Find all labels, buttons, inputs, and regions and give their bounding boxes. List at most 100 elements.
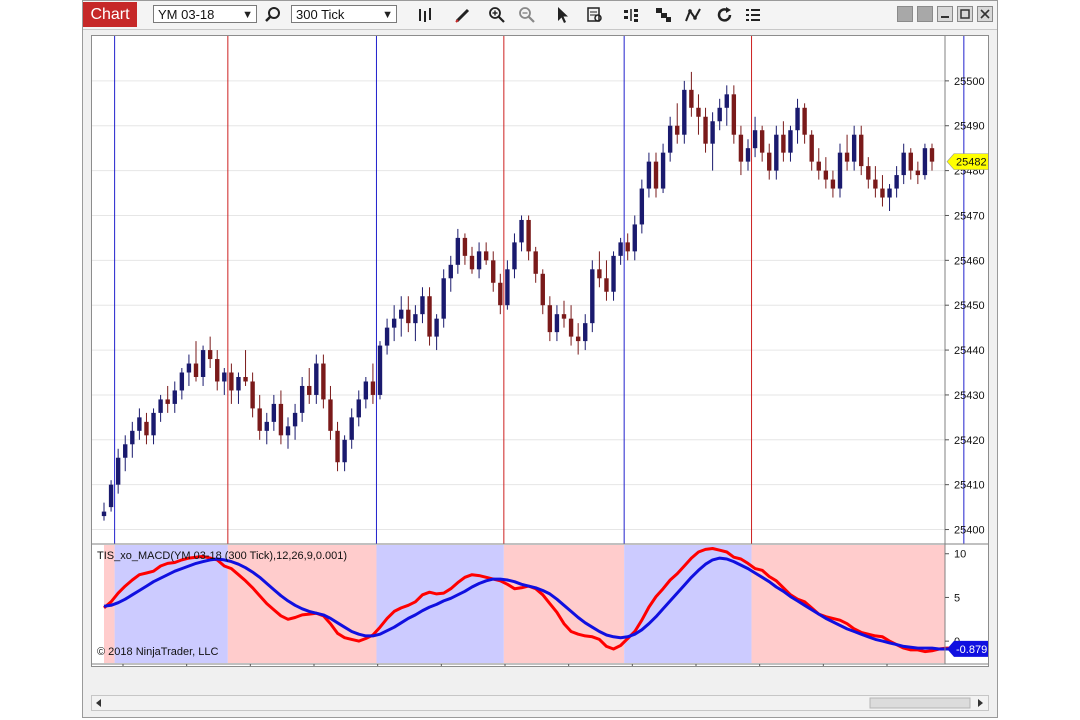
- candle[interactable]: [427, 287, 432, 346]
- candle[interactable]: [646, 152, 652, 198]
- chart-canvas[interactable]: TIS_xo_MACD(YM 03-18 (300 Tick),12,26,9,…: [92, 36, 988, 666]
- minimize-button[interactable]: [937, 6, 953, 22]
- candle[interactable]: [625, 233, 630, 261]
- candle[interactable]: [108, 480, 114, 512]
- candle[interactable]: [639, 179, 645, 234]
- candle[interactable]: [285, 417, 291, 449]
- candle[interactable]: [137, 408, 142, 440]
- candle[interactable]: [391, 305, 397, 342]
- candle[interactable]: [186, 354, 192, 386]
- candle[interactable]: [292, 403, 298, 440]
- candle[interactable]: [781, 121, 786, 162]
- candle[interactable]: [413, 305, 418, 342]
- candle[interactable]: [441, 269, 446, 328]
- candle[interactable]: [830, 170, 836, 198]
- candle[interactable]: [370, 363, 376, 404]
- candle[interactable]: [519, 215, 524, 252]
- zoom-out-icon[interactable]: [517, 5, 537, 25]
- candle[interactable]: [335, 421, 340, 472]
- candle[interactable]: [356, 390, 361, 427]
- candle[interactable]: [597, 251, 602, 288]
- candle[interactable]: [689, 71, 694, 117]
- candle[interactable]: [455, 228, 461, 274]
- candle[interactable]: [667, 116, 673, 162]
- candle[interactable]: [887, 184, 892, 211]
- close-button[interactable]: [977, 6, 993, 22]
- pencil-icon[interactable]: [453, 5, 473, 25]
- candle[interactable]: [342, 435, 347, 472]
- candle[interactable]: [243, 350, 248, 386]
- tile-button-1[interactable]: [897, 6, 913, 22]
- chart-tab[interactable]: Chart: [83, 2, 137, 27]
- candle[interactable]: [583, 314, 588, 351]
- indicator-icon[interactable]: [653, 5, 673, 25]
- candle[interactable]: [724, 85, 729, 126]
- candle[interactable]: [816, 148, 821, 180]
- strategy-icon[interactable]: [621, 5, 641, 25]
- candle[interactable]: [172, 381, 177, 413]
- candle[interactable]: [193, 341, 199, 382]
- candle[interactable]: [363, 376, 369, 409]
- candle[interactable]: [257, 394, 262, 440]
- candle[interactable]: [469, 246, 475, 274]
- candle[interactable]: [115, 448, 121, 494]
- search-icon[interactable]: [263, 5, 283, 25]
- candle[interactable]: [823, 157, 829, 189]
- candle[interactable]: [307, 368, 312, 404]
- candle[interactable]: [837, 143, 843, 198]
- candle[interactable]: [236, 372, 241, 404]
- candle[interactable]: [271, 394, 277, 431]
- candle[interactable]: [207, 336, 213, 369]
- candle[interactable]: [377, 341, 383, 400]
- candle[interactable]: [483, 242, 489, 265]
- candle[interactable]: [908, 148, 913, 180]
- candle[interactable]: [752, 116, 758, 158]
- candle[interactable]: [675, 103, 680, 144]
- interval-selector[interactable]: 300 Tick ▼: [291, 5, 397, 23]
- candle[interactable]: [795, 98, 800, 144]
- pointer-icon[interactable]: [553, 5, 573, 25]
- candle[interactable]: [696, 94, 701, 135]
- candle[interactable]: [448, 255, 453, 292]
- candle[interactable]: [802, 103, 807, 144]
- candle[interactable]: [759, 125, 765, 162]
- candle[interactable]: [151, 408, 156, 445]
- refresh-icon[interactable]: [715, 5, 735, 25]
- candle[interactable]: [682, 80, 687, 144]
- maximize-button[interactable]: [957, 6, 973, 22]
- candle[interactable]: [314, 354, 319, 404]
- candle[interactable]: [809, 130, 814, 171]
- candle[interactable]: [533, 246, 538, 283]
- candle[interactable]: [158, 394, 163, 422]
- candle[interactable]: [491, 251, 496, 292]
- candle[interactable]: [420, 287, 425, 324]
- candle[interactable]: [915, 161, 921, 185]
- candle[interactable]: [880, 175, 885, 207]
- candle[interactable]: [222, 368, 227, 395]
- candle[interactable]: [710, 112, 715, 171]
- bar-style-icon[interactable]: [415, 5, 435, 25]
- candle[interactable]: [611, 251, 616, 301]
- chart-area[interactable]: TIS_xo_MACD(YM 03-18 (300 Tick),12,26,9,…: [91, 35, 989, 667]
- candle[interactable]: [604, 260, 609, 301]
- candle[interactable]: [866, 157, 871, 189]
- candle[interactable]: [554, 305, 560, 342]
- candle[interactable]: [703, 107, 708, 153]
- candle[interactable]: [738, 125, 744, 176]
- candle[interactable]: [660, 143, 666, 194]
- candle[interactable]: [215, 350, 220, 391]
- candle[interactable]: [123, 435, 128, 472]
- data-box-icon[interactable]: [585, 5, 605, 25]
- candle[interactable]: [328, 385, 333, 440]
- candle[interactable]: [653, 152, 659, 198]
- candle[interactable]: [901, 143, 906, 185]
- candle[interactable]: [406, 296, 411, 333]
- candle[interactable]: [200, 345, 206, 386]
- candle[interactable]: [929, 143, 935, 171]
- candle[interactable]: [774, 125, 779, 180]
- line-tool-icon[interactable]: [683, 5, 703, 25]
- scroll-right-icon[interactable]: [978, 699, 983, 707]
- instrument-selector[interactable]: YM 03-18 ▼: [153, 5, 257, 23]
- horizontal-scrollbar[interactable]: [91, 695, 989, 711]
- candle[interactable]: [851, 125, 857, 171]
